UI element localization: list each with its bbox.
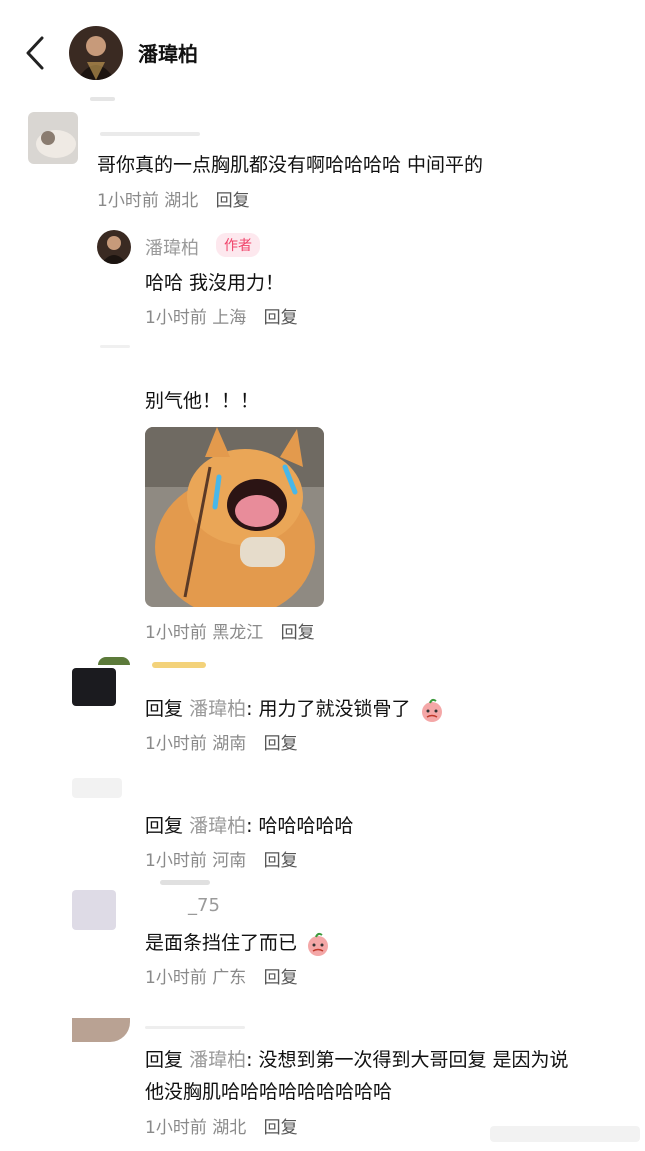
blurred-username [90, 97, 115, 101]
crying-peach-emoji-icon [308, 932, 329, 956]
reply-button[interactable]: 回复 [216, 191, 250, 211]
comment-text: 回复 潘瑋柏: 哈哈哈哈哈 [145, 811, 354, 838]
avatar[interactable] [72, 668, 116, 706]
comment-meta: 1小时前 黑龙江 回复 [145, 618, 315, 643]
timestamp: 1小时前 [97, 191, 159, 211]
location: 湖北 [212, 1118, 247, 1138]
comment-text: 哥你真的一点胸肌都没有啊哈哈哈哈 中间平的 [97, 154, 484, 176]
timestamp: 1小时前 [145, 1118, 207, 1138]
reply-button[interactable]: 回复 [264, 308, 298, 328]
blurred-avatar [72, 778, 122, 798]
blurred-username [160, 880, 210, 885]
author-badge: 作者 [216, 233, 260, 257]
timestamp: 1小时前 [145, 734, 207, 754]
avatar[interactable] [28, 112, 78, 164]
page-title: 潘瑋柏 [138, 42, 198, 66]
comment-text: 回复 潘瑋柏: 没想到第一次得到大哥回复 是因为说 [145, 1045, 569, 1072]
location: 广东 [212, 968, 247, 988]
blurred-username [152, 662, 206, 668]
mention-link[interactable]: 潘瑋柏 [189, 698, 246, 720]
location: 湖北 [164, 191, 199, 211]
header-avatar[interactable] [69, 26, 123, 80]
comment-meta: 1小时前 河南 回复 [145, 846, 298, 871]
avatar[interactable] [97, 230, 131, 264]
reply-button[interactable]: 回复 [281, 623, 315, 643]
mention-link[interactable]: 潘瑋柏 [189, 815, 246, 837]
back-button[interactable] [22, 34, 52, 72]
crying-peach-emoji-icon [421, 698, 442, 722]
crying-cat-photo [145, 427, 324, 607]
comment-text-continued: 他没胸肌哈哈哈哈哈哈哈哈哈 [145, 1081, 393, 1103]
comment-meta: 1小时前 广东 回复 [145, 963, 298, 988]
comment-username[interactable]: _75 [188, 895, 220, 916]
comment-body: 是面条挡住了而已 [145, 932, 298, 954]
timestamp: 1小时前 [145, 968, 207, 988]
chevron-left-icon [26, 36, 44, 70]
location: 黑龙江 [212, 623, 264, 643]
comment-text: 回复 潘瑋柏: 用力了就没锁骨了 [145, 694, 445, 723]
reply-prefix: 回复 [145, 1049, 184, 1071]
avatar[interactable] [72, 890, 116, 930]
reply-button[interactable]: 回复 [264, 734, 298, 754]
comment-body: : 没想到第一次得到大哥回复 是因为说 [246, 1049, 569, 1071]
comment-meta: 1小时前 上海 回复 [145, 303, 298, 328]
comment-text: 哈哈 我沒用力！ [145, 272, 285, 294]
comment-meta: 1小时前 湖北 回复 [145, 1113, 298, 1138]
location: 河南 [212, 851, 247, 871]
location: 上海 [212, 308, 247, 328]
blurred-avatar [98, 657, 130, 665]
mention-link[interactable]: 潘瑋柏 [189, 1049, 246, 1071]
blurred-avatar [100, 345, 130, 348]
comment-text: 是面条挡住了而已 [145, 928, 331, 957]
comment-meta: 1小时前 湖北 回复 [97, 186, 250, 211]
comment-meta: 1小时前 湖南 回复 [145, 729, 298, 754]
comment-body: : 哈哈哈哈哈 [246, 815, 354, 837]
reply-prefix: 回复 [145, 698, 184, 720]
timestamp: 1小时前 [145, 851, 207, 871]
watermark [490, 1126, 640, 1142]
avatar[interactable] [72, 1018, 130, 1042]
location: 湖南 [212, 734, 247, 754]
comment-body: : 用力了就没锁骨了 [246, 698, 411, 720]
blurred-username [145, 1026, 245, 1029]
comment-text: 别气他！！！ [145, 390, 260, 412]
comment-image[interactable] [145, 427, 324, 607]
timestamp: 1小时前 [145, 623, 207, 643]
timestamp: 1小时前 [145, 308, 207, 328]
blurred-username [100, 132, 200, 136]
reply-button[interactable]: 回复 [264, 1118, 298, 1138]
reply-prefix: 回复 [145, 815, 184, 837]
comment-username[interactable]: 潘瑋柏 [145, 234, 199, 260]
reply-button[interactable]: 回复 [264, 851, 298, 871]
reply-button[interactable]: 回复 [264, 968, 298, 988]
